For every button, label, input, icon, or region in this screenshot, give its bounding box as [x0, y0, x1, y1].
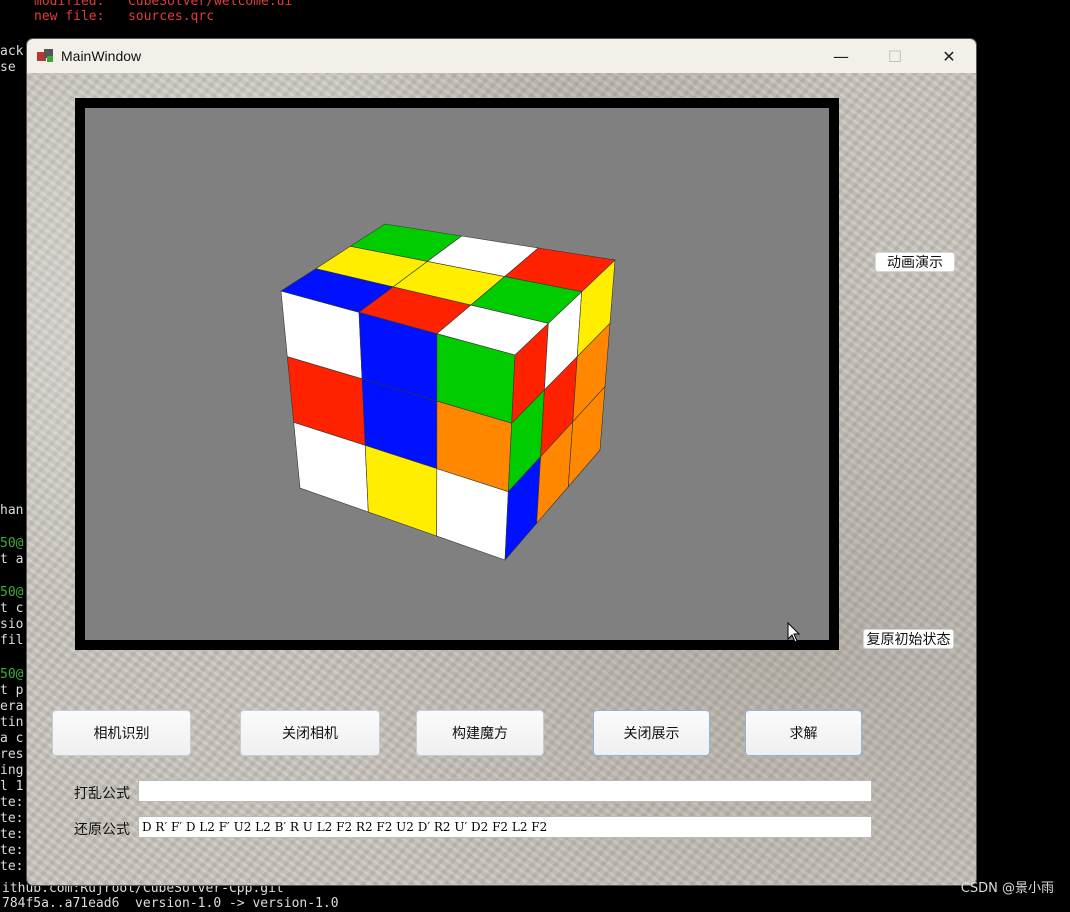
window-controls: — ☐ ✕ [814, 39, 976, 73]
terminal-fragment: ing [0, 763, 23, 779]
terminal-fragment: 50@ [0, 585, 23, 601]
terminal-fragment: te: [0, 811, 23, 827]
app-icon [37, 49, 55, 63]
minimize-button[interactable]: — [814, 39, 868, 73]
restore-label: 还原公式 [74, 819, 130, 839]
terminal-fragment: te: [0, 827, 23, 843]
terminal-fragment: t a [0, 552, 23, 568]
mouse-cursor-icon [787, 622, 801, 644]
scramble-label: 打乱公式 [74, 783, 130, 803]
cube-viewport-frame [75, 98, 839, 650]
terminal-newfile-line: new file: sources.qrc [34, 9, 214, 25]
camera-detect-button[interactable]: 相机识别 [52, 710, 191, 756]
terminal-fragment: res [0, 747, 23, 763]
terminal-fragment: se [0, 60, 16, 76]
title-bar[interactable]: MainWindow — ☐ ✕ [27, 39, 976, 73]
terminal-fragment: sio [0, 617, 23, 633]
window-title: MainWindow [61, 48, 141, 64]
terminal-fragment: l 1 [0, 779, 23, 795]
terminal-fragment: te: [0, 859, 23, 875]
terminal-fragment: 50@ [0, 536, 23, 552]
main-window: MainWindow — ☐ ✕ 动画演示 复原初始状态 相机识别 关闭相机 构… [27, 39, 976, 885]
terminal-fragment: ack [0, 44, 23, 60]
csdn-watermark: CSDN @景小雨 [961, 877, 1054, 896]
animate-demo-button[interactable]: 动画演示 [875, 252, 955, 272]
scramble-input[interactable] [138, 780, 872, 802]
terminal-fragment: fil [0, 633, 23, 649]
close-camera-button[interactable]: 关闭相机 [240, 710, 380, 756]
terminal-fragment: te: [0, 843, 23, 859]
terminal-fragment: t c [0, 601, 23, 617]
close-button[interactable]: ✕ [922, 39, 976, 73]
terminal-fragment: a c [0, 731, 23, 747]
terminal-fragment: te: [0, 795, 23, 811]
solve-button[interactable]: 求解 [745, 710, 862, 756]
client-area: 动画演示 复原初始状态 相机识别 关闭相机 构建魔方 关闭展示 求解 打乱公式 … [27, 73, 976, 885]
reset-initial-state-button[interactable]: 复原初始状态 [863, 629, 954, 649]
terminal-fragment: t p [0, 683, 23, 699]
cube-3d-viewport[interactable] [85, 108, 829, 640]
restore-input[interactable]: D R′ F′ D L2 F′ U2 L2 B′ R U L2 F2 R2 F2… [138, 816, 872, 838]
terminal-fragment: tin [0, 715, 23, 731]
maximize-button[interactable]: ☐ [868, 39, 922, 73]
terminal-fragment: era [0, 699, 23, 715]
build-cube-button[interactable]: 构建魔方 [416, 710, 544, 756]
terminal-push-line: 784f5a..a71ead6 version-1.0 -> version-1… [2, 896, 339, 912]
cube-render [85, 108, 829, 640]
close-display-button[interactable]: 关闭展示 [593, 710, 710, 756]
terminal-fragment: 50@ [0, 667, 23, 683]
terminal-fragment: han [0, 503, 23, 519]
